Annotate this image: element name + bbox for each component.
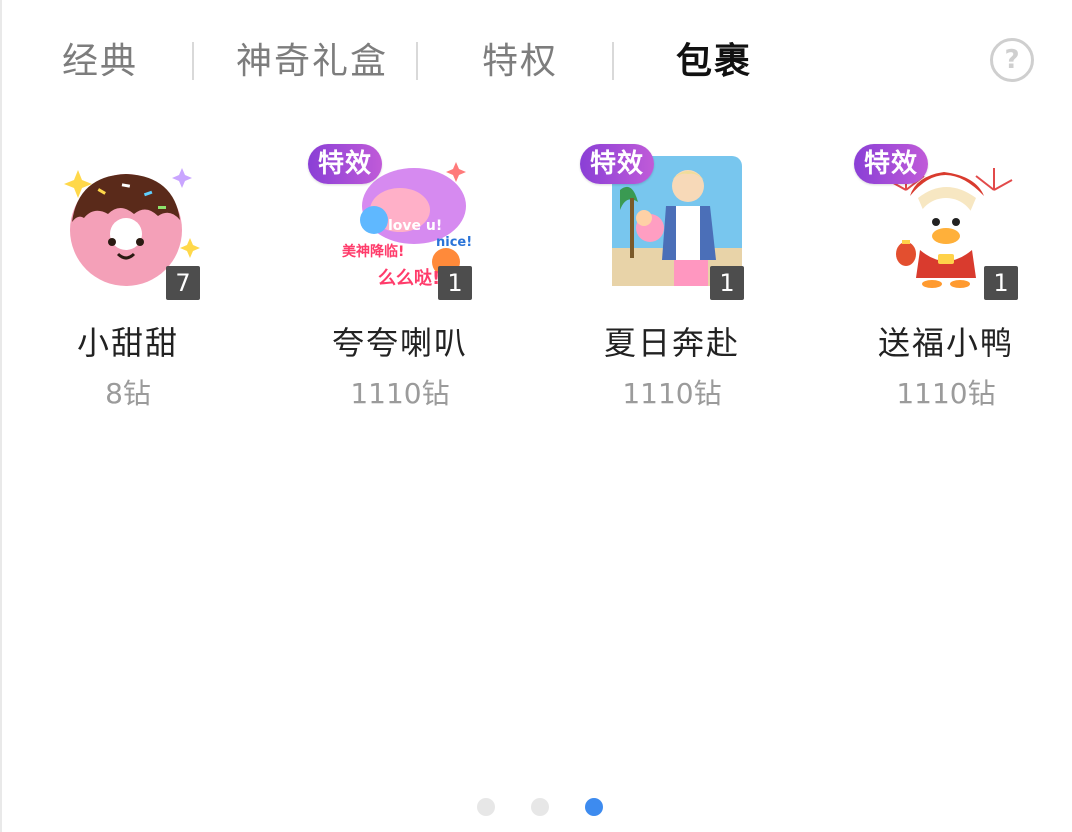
effect-badge: 特效 bbox=[308, 144, 383, 184]
gift-name: 夏日奔赴 bbox=[603, 324, 740, 362]
tab-separator bbox=[416, 42, 418, 80]
gift-count: 1 bbox=[438, 266, 472, 300]
donut-icon: 7 bbox=[48, 150, 208, 300]
sticker-text-mmd: 么么哒! bbox=[378, 267, 440, 289]
gift-item[interactable]: 特效 1 送福小鸭 1110钻 bbox=[854, 144, 1036, 420]
tab-package[interactable]: 包裹 bbox=[676, 38, 752, 86]
category-tabs: 经典 神奇礼盒 特权 包裹 ? bbox=[0, 28, 1072, 96]
page-dot[interactable] bbox=[477, 798, 495, 816]
gift-price: 1110钻 bbox=[896, 377, 996, 410]
gift-item[interactable]: 7 小甜甜 8钻 bbox=[38, 150, 218, 420]
gift-name: 小甜甜 bbox=[76, 324, 179, 362]
gift-name: 夸夸喇叭 bbox=[331, 324, 468, 362]
praise-sticker-icon: love u! nice! 美神降临! 么么哒! 特效 1 bbox=[308, 144, 480, 300]
sticker-text-nice: nice! bbox=[436, 235, 472, 250]
tab-separator bbox=[192, 42, 194, 80]
tab-separator bbox=[612, 42, 614, 80]
gift-price: 8钻 bbox=[105, 377, 151, 410]
tab-classic[interactable]: 经典 bbox=[62, 38, 138, 86]
tab-magic-box[interactable]: 神奇礼盒 bbox=[236, 38, 388, 86]
sticker-text-love: love u! bbox=[388, 218, 442, 234]
effect-badge: 特效 bbox=[580, 144, 655, 184]
page-indicator bbox=[0, 798, 1072, 818]
gift-count: 1 bbox=[984, 266, 1018, 300]
gift-price: 1110钻 bbox=[350, 377, 450, 410]
gift-count: 1 bbox=[710, 266, 744, 300]
gift-name: 送福小鸭 bbox=[877, 324, 1014, 362]
sticker-text-meishen: 美神降临! bbox=[342, 243, 404, 260]
page-dot-active[interactable] bbox=[585, 798, 603, 816]
page-dot[interactable] bbox=[531, 798, 549, 816]
gift-count: 7 bbox=[166, 266, 200, 300]
gift-item[interactable]: love u! nice! 美神降临! 么么哒! 特效 1 夸夸喇叭 1110钻 bbox=[308, 144, 490, 420]
tab-privilege[interactable]: 特权 bbox=[482, 38, 558, 86]
summer-man-icon: 特效 1 bbox=[580, 144, 752, 300]
gift-price: 1110钻 bbox=[622, 377, 722, 410]
gift-item[interactable]: 特效 1 夏日奔赴 1110钻 bbox=[580, 144, 762, 420]
left-edge-divider bbox=[0, 0, 2, 832]
help-icon[interactable]: ? bbox=[990, 38, 1034, 82]
effect-badge: 特效 bbox=[854, 144, 929, 184]
lucky-duck-icon: 特效 1 bbox=[854, 144, 1026, 300]
